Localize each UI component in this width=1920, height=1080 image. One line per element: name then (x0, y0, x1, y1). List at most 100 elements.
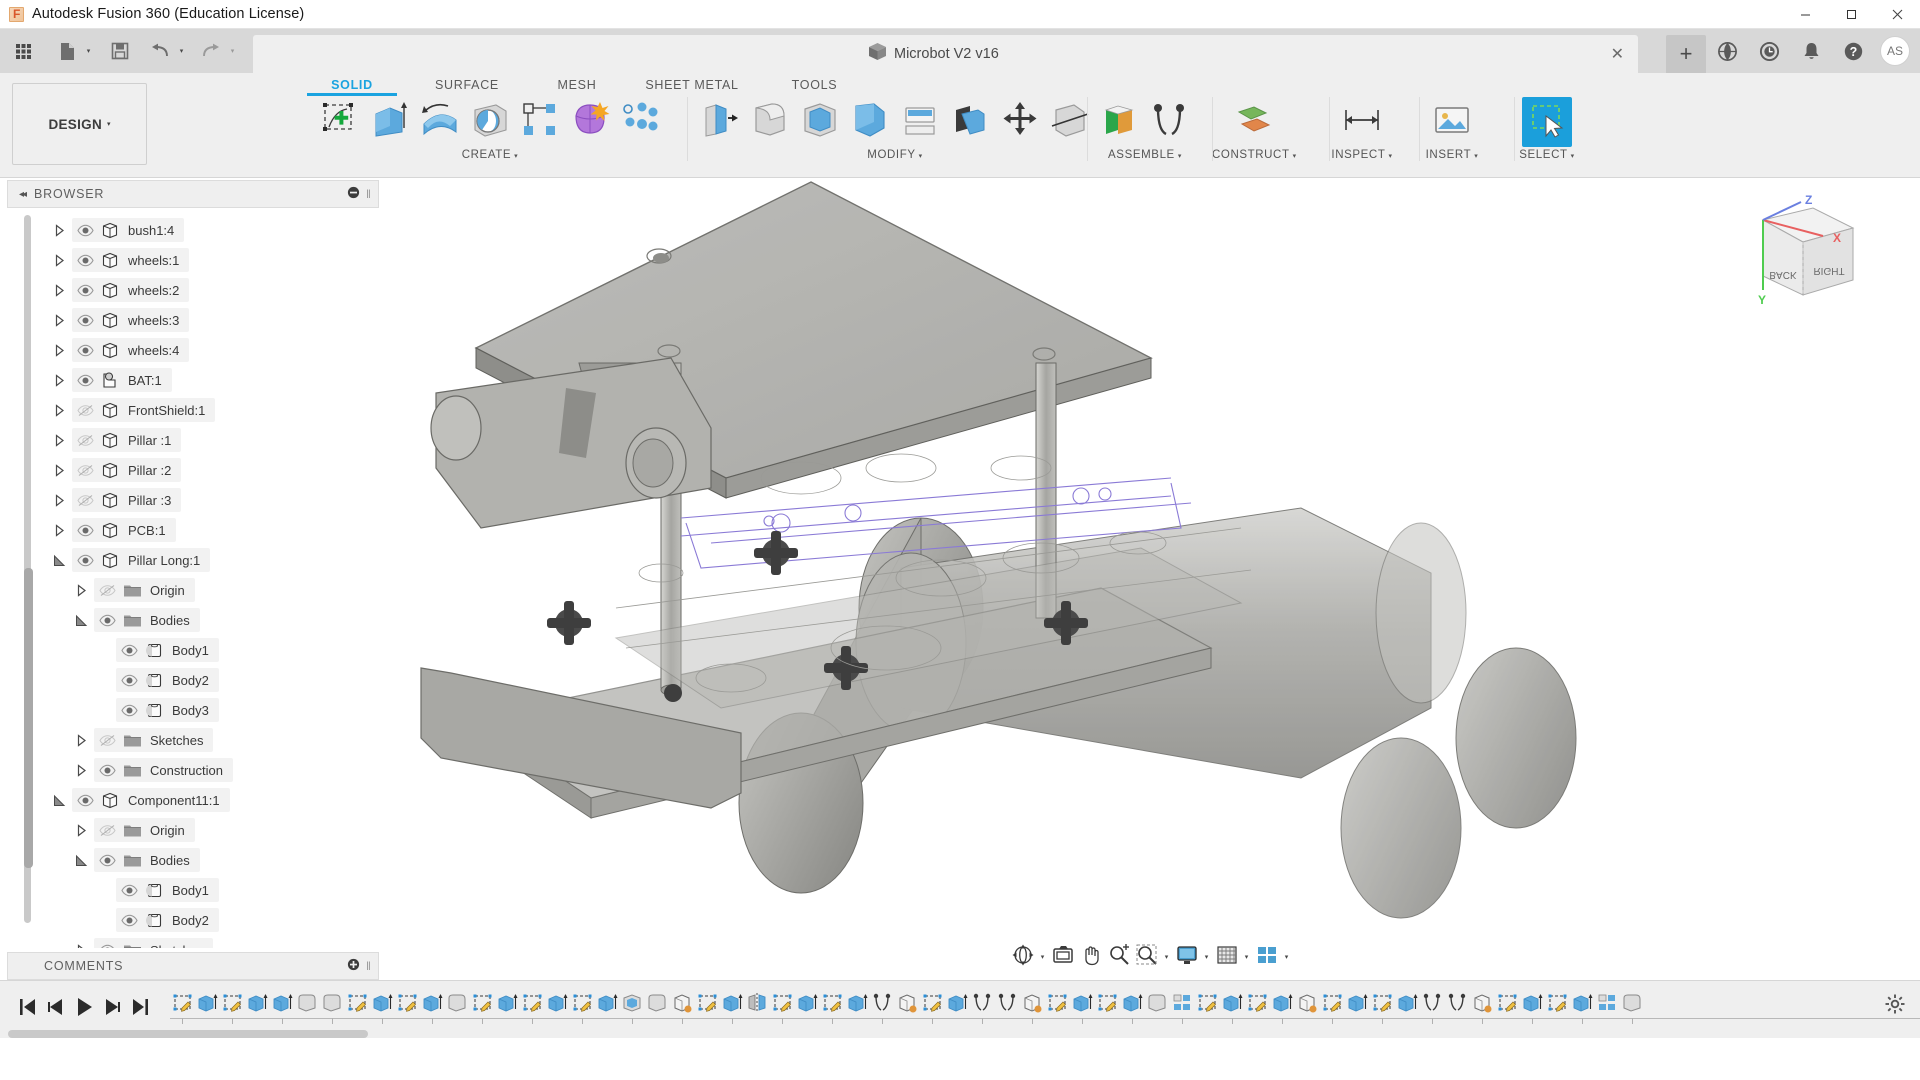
tree-row[interactable]: Origin (7, 815, 379, 845)
eye-visible-icon[interactable] (94, 614, 120, 627)
timeline-node[interactable] (1195, 992, 1220, 1020)
timeline-node[interactable] (670, 992, 695, 1020)
timeline-node[interactable] (795, 992, 820, 1020)
timeline-node[interactable] (495, 992, 520, 1020)
timeline-node[interactable] (245, 992, 270, 1020)
tree-row-pill[interactable]: Body1 (116, 638, 219, 662)
timeline-node[interactable] (1520, 992, 1545, 1020)
view-cube[interactable]: BACK RIGHT X Y Z (1735, 190, 1865, 310)
pattern-circular-button[interactable] (615, 97, 665, 147)
timeline-node[interactable] (770, 992, 795, 1020)
ribbon-group-label[interactable]: ASSEMBLE ▾ (1108, 149, 1182, 161)
chevron-expanded-icon[interactable] (75, 614, 88, 627)
tree-row-pill[interactable]: Bodies (94, 848, 200, 872)
ribbon-tab-sheet-metal[interactable]: SHEET METAL (617, 75, 767, 95)
eye-visible-icon[interactable] (72, 284, 98, 297)
eye-visible-icon[interactable] (94, 944, 120, 948)
display-settings-button[interactable] (1173, 942, 1201, 972)
tree-row[interactable]: BAT:1 (7, 365, 379, 395)
look-at-button[interactable] (1049, 942, 1077, 972)
zoom-button[interactable] (1105, 942, 1133, 972)
tree-row[interactable]: wheels:1 (7, 245, 379, 275)
timeline-node[interactable] (1420, 992, 1445, 1020)
tree-row-pill[interactable]: Origin (94, 818, 195, 842)
ribbon-group-label[interactable]: MODIFY ▾ (867, 149, 922, 161)
timeline-node[interactable] (345, 992, 370, 1020)
eye-visible-icon[interactable] (72, 314, 98, 327)
ribbon-group-label[interactable]: INSPECT ▾ (1331, 149, 1392, 161)
revolve-button[interactable] (415, 97, 465, 147)
extrude-button[interactable] (365, 97, 415, 147)
tree-row[interactable]: Sketches (7, 935, 379, 948)
joint-button[interactable] (1145, 97, 1195, 147)
timeline-node[interactable] (1270, 992, 1295, 1020)
eye-visible-icon[interactable] (116, 674, 142, 687)
tree-row-pill[interactable]: Pillar Long:1 (72, 548, 211, 572)
new-tab-button[interactable]: + (1666, 35, 1706, 73)
timeline-node[interactable] (895, 992, 920, 1020)
tree-row-pill[interactable]: Body2 (116, 908, 219, 932)
eye-hidden-icon[interactable] (72, 464, 98, 477)
timeline-node[interactable] (1395, 992, 1420, 1020)
workspace-switcher[interactable]: DESIGN ▾ (12, 83, 147, 165)
timeline-node[interactable] (570, 992, 595, 1020)
tree-row[interactable]: Body1 (7, 875, 379, 905)
timeline-node[interactable] (1345, 992, 1370, 1020)
timeline-node[interactable] (745, 992, 770, 1020)
eye-visible-icon[interactable] (116, 644, 142, 657)
timeline-node[interactable] (395, 992, 420, 1020)
help-question-icon[interactable]: ? (1832, 29, 1874, 73)
tree-row-pill[interactable]: wheels:2 (72, 278, 190, 302)
timeline-node[interactable] (1070, 992, 1095, 1020)
maximize-button[interactable] (1828, 0, 1874, 29)
tree-row[interactable]: FrontShield:1 (7, 395, 379, 425)
viewport-canvas[interactable]: BACK RIGHT X Y Z ▾ ▾ ▾ ▾ ▾ (381, 178, 1920, 980)
step-forward-button[interactable] (98, 993, 126, 1027)
tree-row[interactable]: Origin (7, 575, 379, 605)
ribbon-tab-solid[interactable]: SOLID (307, 75, 397, 96)
tree-row-pill[interactable]: Origin (94, 578, 195, 602)
chevron-collapsed-icon[interactable] (53, 463, 66, 477)
timeline-node[interactable] (920, 992, 945, 1020)
timeline-node[interactable] (320, 992, 345, 1020)
chevron-expanded-icon[interactable] (53, 794, 66, 807)
tree-row-pill[interactable]: Sketches (94, 938, 214, 948)
panel-grip-icon[interactable]: ‖ (366, 959, 373, 973)
avatar[interactable]: AS (1880, 36, 1910, 66)
eye-visible-icon[interactable] (72, 344, 98, 357)
ribbon-tab-mesh[interactable]: MESH (537, 75, 617, 95)
timeline-node[interactable] (1045, 992, 1070, 1020)
sweep-button[interactable] (465, 97, 515, 147)
insert-mcmaster-button[interactable] (1427, 97, 1477, 147)
tree-row[interactable]: Pillar :1 (7, 425, 379, 455)
chevron-down-icon[interactable]: ▾ (1037, 942, 1049, 972)
chevron-collapsed-icon[interactable] (75, 943, 88, 948)
timeline-node[interactable] (1545, 992, 1570, 1020)
viewports-button[interactable] (1253, 942, 1281, 972)
close-icon[interactable]: ✕ (1611, 44, 1624, 64)
ribbon-group-label[interactable]: CONSTRUCT ▾ (1212, 149, 1297, 161)
timeline-node[interactable] (170, 992, 195, 1020)
eye-hidden-icon[interactable] (72, 404, 98, 417)
chevron-collapsed-icon[interactable] (75, 583, 88, 597)
tree-row-pill[interactable]: FrontShield:1 (72, 398, 216, 422)
chevron-collapsed-icon[interactable] (53, 223, 66, 237)
eye-visible-icon[interactable] (116, 914, 142, 927)
fillet-button[interactable] (745, 97, 795, 147)
new-document-caret-icon[interactable]: ▾ (82, 36, 95, 66)
timeline-feature-list[interactable] (170, 988, 1920, 1032)
tree-row-pill[interactable]: bush1:4 (72, 218, 185, 242)
chevron-collapsed-icon[interactable] (53, 283, 66, 297)
eye-visible-icon[interactable] (72, 524, 98, 537)
go-to-beginning-button[interactable] (14, 993, 42, 1027)
timeline-node[interactable] (870, 992, 895, 1020)
chevron-collapsed-icon[interactable] (75, 823, 88, 837)
tree-row[interactable]: Body2 (7, 905, 379, 935)
timeline-node[interactable] (1220, 992, 1245, 1020)
timeline-node[interactable] (945, 992, 970, 1020)
document-tab[interactable]: Microbot V2 v16 ✕ (253, 35, 1638, 73)
eye-hidden-icon[interactable] (94, 584, 120, 597)
timeline-node[interactable] (695, 992, 720, 1020)
tree-row[interactable]: Body1 (7, 635, 379, 665)
shell-button[interactable] (795, 97, 845, 147)
